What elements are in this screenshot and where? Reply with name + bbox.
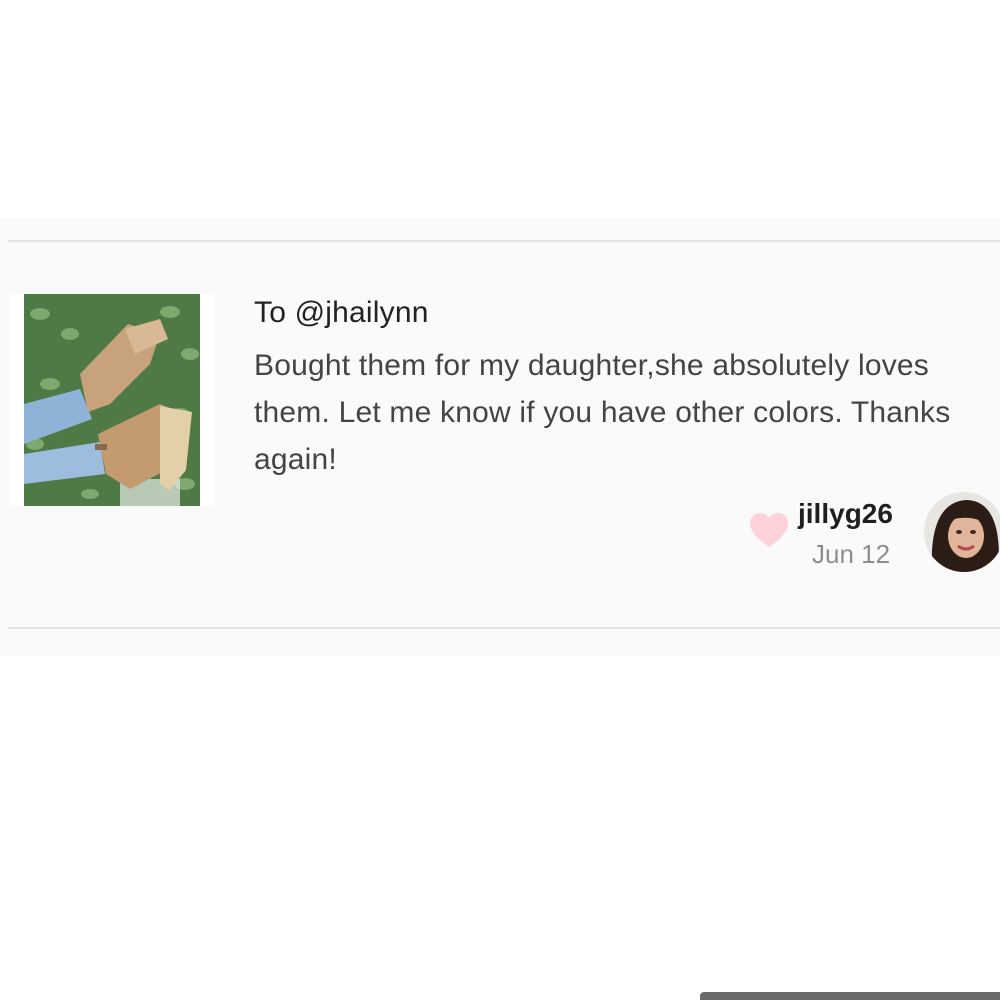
sandals-photo [24, 294, 200, 506]
review-message: Bought them for my daughter,she absolute… [254, 349, 951, 476]
scrollbar[interactable] [700, 992, 1000, 1000]
heart-icon[interactable] [748, 511, 790, 551]
review-date: Jun 12 [812, 539, 891, 569]
bottom-divider [8, 627, 1000, 629]
review-page: To @jhailynn Bought them for my daughter… [0, 0, 1000, 1000]
review-recipient: To @jhailynn [254, 296, 429, 329]
reviewer-username[interactable]: jillyg26 [798, 498, 893, 530]
avatar[interactable] [924, 492, 1000, 572]
review-card: To @jhailynn Bought them for my daughter… [0, 218, 1000, 656]
top-divider [8, 240, 1000, 242]
product-thumbnail[interactable] [10, 294, 214, 506]
